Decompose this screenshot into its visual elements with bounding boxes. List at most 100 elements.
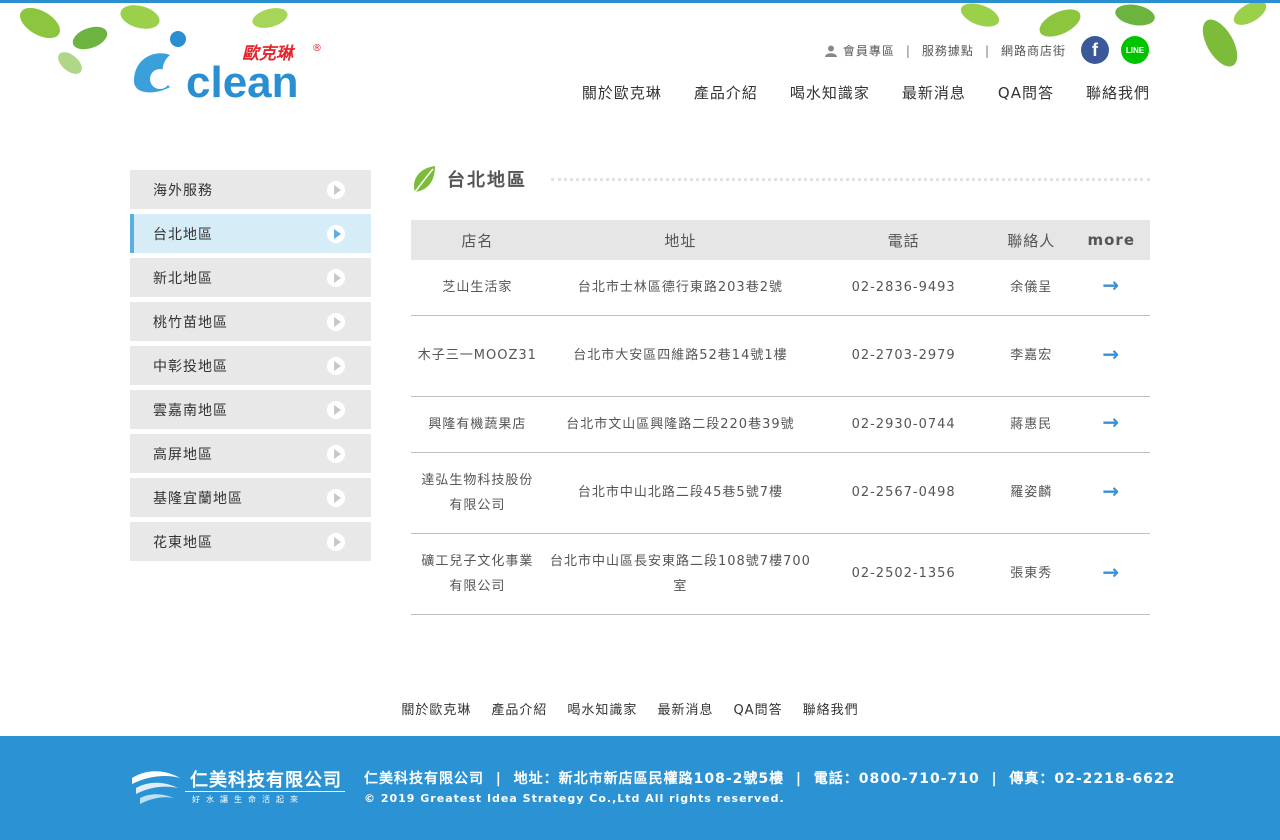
arrow-right-icon[interactable]: → bbox=[1102, 479, 1120, 503]
footer-nav-products[interactable]: 產品介紹 bbox=[491, 699, 547, 718]
main-nav: 關於歐克琳 產品介紹 喝水知識家 最新消息 QA問答 聯絡我們 bbox=[582, 82, 1150, 103]
sidebar-item-label: 高屏地區 bbox=[153, 446, 213, 463]
store-address: 台北市文山區興隆路二段220巷39號 bbox=[543, 396, 818, 453]
company-logo-icon bbox=[132, 771, 180, 804]
nav-products[interactable]: 產品介紹 bbox=[694, 82, 758, 103]
company-slogan: 好水讓生命活起來 bbox=[192, 795, 304, 804]
footer-nav-knowledge[interactable]: 喝水知識家 bbox=[567, 699, 637, 718]
site-logo[interactable]: clean 歐克琳 ® bbox=[130, 29, 330, 109]
sidebar-item-taoyuan-hsinchu-miaoli[interactable]: 桃竹苗地區 bbox=[130, 302, 371, 341]
nav-knowledge[interactable]: 喝水知識家 bbox=[790, 82, 870, 103]
store-name: 礦工兒子文化事業有限公司 bbox=[411, 533, 544, 615]
table-row: 芝山生活家 台北市士林區德行東路203巷2號 02-2836-9493 余儀呈 … bbox=[411, 260, 1150, 316]
store-name: 木子三一MOOZ31 bbox=[411, 315, 544, 397]
store-contact: 李嘉宏 bbox=[990, 315, 1073, 397]
footer-nav: 關於歐克琳 產品介紹 喝水知識家 最新消息 QA問答 聯絡我們 bbox=[0, 699, 1280, 718]
play-icon bbox=[327, 180, 345, 199]
store-phone: 02-2836-9493 bbox=[817, 260, 991, 316]
separator: | bbox=[984, 43, 990, 58]
logo-text: clean bbox=[186, 58, 299, 107]
store-table: 店名 地址 電話 聯絡人 more 芝山生活家 台北市士林區德行東路203巷2號… bbox=[411, 220, 1150, 615]
col-header-name: 店名 bbox=[411, 220, 544, 260]
table-header-row: 店名 地址 電話 聯絡人 more bbox=[411, 220, 1150, 260]
sidebar-item-label: 新北地區 bbox=[153, 270, 213, 287]
footer-nav-about[interactable]: 關於歐克琳 bbox=[401, 699, 471, 718]
site-footer: 仁美科技有限公司 好水讓生命活起來 仁美科技有限公司 | 地址：新北市新店區民權… bbox=[0, 736, 1280, 840]
store-name: 達弘生物科技股份有限公司 bbox=[411, 452, 544, 534]
sidebar-item-overseas[interactable]: 海外服務 bbox=[130, 170, 371, 209]
shop-link[interactable]: 網路商店街 bbox=[1001, 42, 1066, 59]
store-contact: 蔣惠民 bbox=[990, 396, 1073, 453]
store-address: 台北市中山區長安東路二段108號7樓700室 bbox=[543, 533, 818, 615]
sidebar-item-label: 台北地區 bbox=[153, 226, 213, 243]
top-links: 會員專區 | 服務據點 | 網路商店街 bbox=[824, 42, 1066, 59]
play-icon bbox=[327, 224, 345, 243]
sidebar-item-keelung-yilan[interactable]: 基隆宜蘭地區 bbox=[130, 478, 371, 517]
sidebar-item-label: 海外服務 bbox=[153, 182, 213, 199]
store-address: 台北市大安區四維路52巷14號1樓 bbox=[543, 315, 818, 397]
page-title: 台北地區 bbox=[447, 170, 527, 191]
nav-qa[interactable]: QA問答 bbox=[998, 82, 1054, 103]
table-row: 木子三一MOOZ31 台北市大安區四維路52巷14號1樓 02-2703-297… bbox=[411, 315, 1150, 397]
service-link[interactable]: 服務據點 bbox=[922, 42, 974, 59]
sidebar-item-new-taipei[interactable]: 新北地區 bbox=[130, 258, 371, 297]
store-phone: 02-2703-2979 bbox=[817, 315, 991, 397]
play-icon bbox=[327, 444, 345, 463]
sidebar-item-kaohsiung-pingtung[interactable]: 高屏地區 bbox=[130, 434, 371, 473]
sidebar-item-taipei[interactable]: 台北地區 bbox=[130, 214, 371, 253]
footer-nav-news[interactable]: 最新消息 bbox=[657, 699, 713, 718]
footer-nav-qa[interactable]: QA問答 bbox=[733, 699, 782, 718]
arrow-right-icon[interactable]: → bbox=[1102, 342, 1120, 366]
footer-nav-contact[interactable]: 聯絡我們 bbox=[803, 699, 859, 718]
arrow-right-icon[interactable]: → bbox=[1102, 273, 1120, 297]
registered-mark: ® bbox=[312, 43, 322, 54]
sidebar-item-label: 桃竹苗地區 bbox=[153, 314, 228, 331]
col-header-address: 地址 bbox=[543, 220, 818, 260]
store-phone: 02-2567-0498 bbox=[817, 452, 991, 534]
sidebar-item-label: 花東地區 bbox=[153, 534, 213, 551]
line-icon[interactable]: LINE bbox=[1121, 36, 1149, 64]
nav-about[interactable]: 關於歐克琳 bbox=[582, 82, 662, 103]
store-phone: 02-2930-0744 bbox=[817, 396, 991, 453]
store-name: 芝山生活家 bbox=[411, 260, 544, 316]
clean-logo-icon: clean 歐克琳 ® bbox=[134, 31, 322, 107]
play-icon bbox=[327, 488, 345, 507]
play-icon bbox=[327, 312, 345, 331]
nav-news[interactable]: 最新消息 bbox=[902, 82, 966, 103]
facebook-icon[interactable]: f bbox=[1081, 36, 1109, 64]
user-icon bbox=[824, 45, 837, 57]
arrow-right-icon[interactable]: → bbox=[1102, 410, 1120, 434]
sidebar-item-label: 基隆宜蘭地區 bbox=[153, 490, 243, 507]
sidebar-item-taichung-changhua-nantou[interactable]: 中彰投地區 bbox=[130, 346, 371, 385]
company-info: 仁美科技有限公司 | 地址：新北市新店區民權路108-2號5樓 | 電話：080… bbox=[364, 771, 1176, 787]
table-row: 礦工兒子文化事業有限公司 台北市中山區長安東路二段108號7樓700室 02-2… bbox=[411, 533, 1150, 615]
dotted-divider bbox=[551, 177, 1150, 181]
sidebar-item-label: 中彰投地區 bbox=[153, 358, 228, 375]
copyright: © 2019 Greatest Idea Strategy Co.,Ltd Al… bbox=[364, 792, 785, 805]
region-sidebar: 海外服務 台北地區 新北地區 桃竹苗地區 中彰投地區 雲嘉南地區 高屏地區 基隆… bbox=[130, 170, 371, 566]
store-contact: 余儀呈 bbox=[990, 260, 1073, 316]
section-heading: 台北地區 bbox=[411, 162, 1150, 196]
nav-contact[interactable]: 聯絡我們 bbox=[1086, 82, 1150, 103]
sidebar-item-hualien-taitung[interactable]: 花東地區 bbox=[130, 522, 371, 561]
member-link[interactable]: 會員專區 bbox=[824, 42, 895, 59]
store-address: 台北市士林區德行東路203巷2號 bbox=[543, 260, 818, 316]
store-contact: 張東秀 bbox=[990, 533, 1073, 615]
play-icon bbox=[327, 400, 345, 419]
table-row: 興隆有機蔬果店 台北市文山區興隆路二段220巷39號 02-2930-0744 … bbox=[411, 396, 1150, 453]
company-divider bbox=[185, 791, 345, 792]
col-header-contact: 聯絡人 bbox=[990, 220, 1073, 260]
separator: | bbox=[905, 43, 911, 58]
sidebar-item-yunlin-chiayi-tainan[interactable]: 雲嘉南地區 bbox=[130, 390, 371, 429]
store-name: 興隆有機蔬果店 bbox=[411, 396, 544, 453]
arrow-right-icon[interactable]: → bbox=[1102, 560, 1120, 584]
sidebar-item-label: 雲嘉南地區 bbox=[153, 402, 228, 419]
site-header: clean 歐克琳 ® 會員專區 | 服務據點 | 網路商店街 f LINE 關… bbox=[0, 3, 1280, 123]
company-name: 仁美科技有限公司 bbox=[190, 770, 342, 791]
store-address: 台北市中山北路二段45巷5號7樓 bbox=[543, 452, 818, 534]
store-contact: 羅姿麟 bbox=[990, 452, 1073, 534]
store-phone: 02-2502-1356 bbox=[817, 533, 991, 615]
play-icon bbox=[327, 268, 345, 287]
play-icon bbox=[327, 532, 345, 551]
logo-cn: 歐克琳 bbox=[242, 44, 296, 64]
